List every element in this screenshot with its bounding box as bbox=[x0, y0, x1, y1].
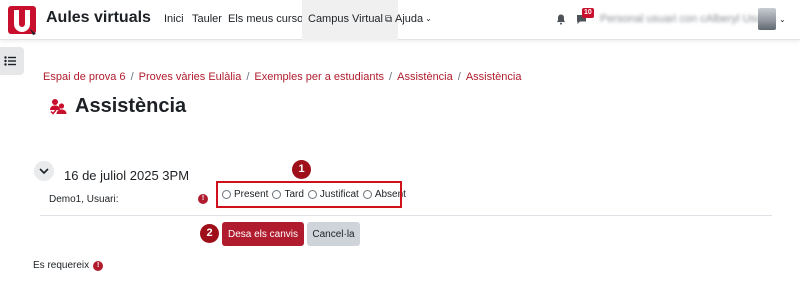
page-title: Assistència bbox=[75, 95, 187, 117]
nav-campus-virtual[interactable]: Campus Virtual ⧉ bbox=[302, 0, 399, 40]
attendance-icon bbox=[50, 99, 67, 115]
breadcrumb-separator: / bbox=[246, 71, 250, 83]
cancel-button[interactable]: Cancel·la bbox=[307, 222, 360, 246]
list-icon bbox=[4, 56, 16, 66]
annotation-marker-2: 2 bbox=[200, 224, 219, 243]
user-name[interactable]: Personal usuari con cAlberyl Usuari bbox=[600, 13, 774, 25]
collapse-section-button[interactable] bbox=[34, 161, 54, 181]
breadcrumb-item[interactable]: Assistència bbox=[466, 71, 522, 83]
nav-els-meus-cursos[interactable]: Els meus cursos bbox=[228, 13, 309, 25]
aules-logo[interactable] bbox=[6, 4, 38, 36]
nav-tauler[interactable]: Tauler bbox=[192, 13, 222, 25]
top-navbar: Aules virtuals Inici Tauler Els meus cur… bbox=[0, 0, 800, 40]
nav-ajuda[interactable]: Ajuda ⌄ bbox=[395, 13, 432, 25]
divider bbox=[40, 215, 772, 216]
save-button[interactable]: Desa els canvis bbox=[222, 222, 304, 246]
required-icon: ! bbox=[198, 194, 208, 204]
breadcrumb-separator: / bbox=[130, 71, 134, 83]
brand-name[interactable]: Aules virtuals bbox=[46, 9, 151, 27]
breadcrumb-item[interactable]: Assistència bbox=[397, 71, 453, 83]
breadcrumb: Espai de prova 6 / Proves vàries Eulàlia / E… bbox=[43, 71, 521, 83]
required-note: Es requereix ! bbox=[33, 260, 104, 271]
student-name: Demo1, Usuari: bbox=[49, 194, 119, 205]
required-icon: ! bbox=[93, 260, 104, 271]
avatar[interactable] bbox=[758, 8, 776, 30]
nav-campus-virtual-label: Campus Virtual bbox=[308, 13, 383, 25]
chevron-down-icon bbox=[39, 168, 49, 174]
breadcrumb-item[interactable]: Exemples per a estudiants bbox=[254, 71, 384, 83]
breadcrumb-item[interactable]: Proves vàries Eulàlia bbox=[139, 71, 242, 83]
annotation-marker-1: 1 bbox=[292, 160, 311, 179]
annotation-highlight-box bbox=[216, 181, 402, 208]
user-menu-chevron-icon[interactable]: ⌄ bbox=[779, 15, 786, 24]
breadcrumb-item[interactable]: Espai de prova 6 bbox=[43, 71, 126, 83]
external-link-icon: ⧉ bbox=[385, 14, 393, 25]
breadcrumb-separator: / bbox=[457, 71, 461, 83]
nav-inici[interactable]: Inici bbox=[164, 13, 184, 25]
breadcrumb-separator: / bbox=[389, 71, 393, 83]
bell-icon[interactable] bbox=[556, 14, 566, 25]
notification-badge: 10 bbox=[582, 8, 594, 18]
session-title: 16 de juliol 2025 3PM bbox=[64, 168, 190, 183]
chevron-down-icon: ⌄ bbox=[425, 14, 432, 23]
course-index-toggle[interactable] bbox=[0, 47, 24, 75]
nav-ajuda-label: Ajuda bbox=[395, 13, 424, 25]
required-label: Es requereix bbox=[33, 260, 90, 271]
